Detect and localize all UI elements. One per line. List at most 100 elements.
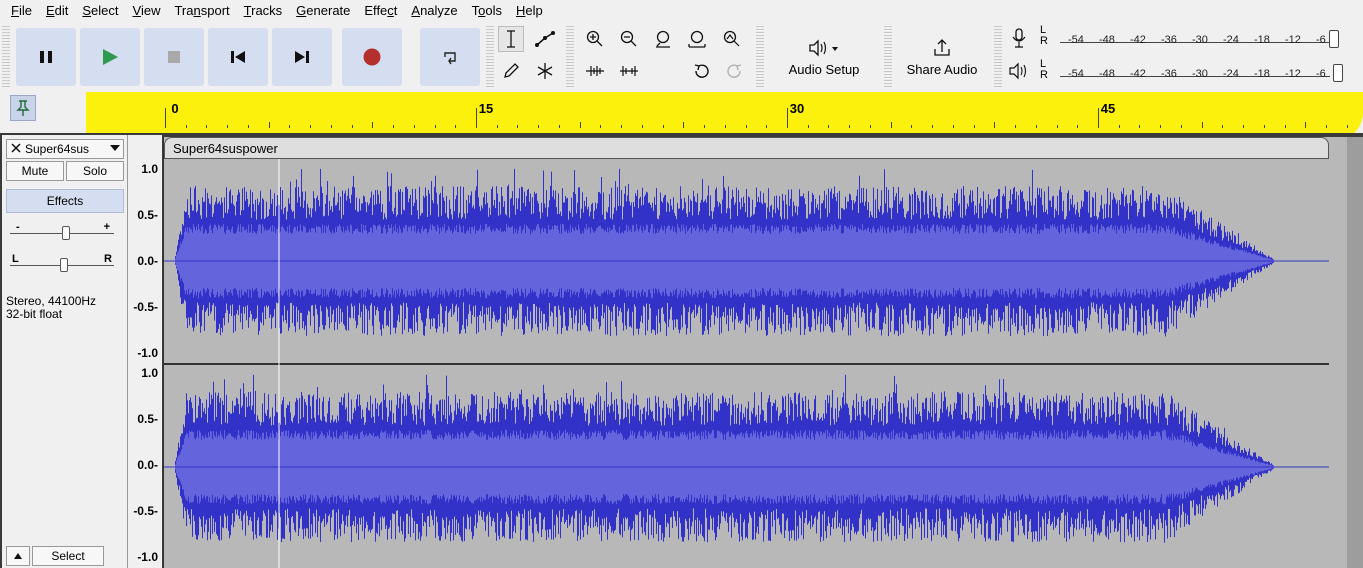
- amplitude-ruler[interactable]: 1.0 0.5- 0.0- -0.5- -1.0 1.0 0.5- 0.0- -0.5- -1.0: [128, 135, 162, 568]
- playback-meter-slider[interactable]: [1333, 64, 1343, 82]
- record-meter-button[interactable]: [1010, 28, 1030, 50]
- menu-generate[interactable]: Generate: [289, 0, 357, 22]
- menu-view[interactable]: View: [126, 0, 168, 22]
- select-track-button[interactable]: Select: [32, 546, 104, 566]
- zoom-out-button[interactable]: [616, 26, 642, 52]
- record-meter-slider[interactable]: [1329, 30, 1339, 48]
- pin-playhead-button[interactable]: [10, 95, 36, 121]
- ruler-tick: [745, 125, 747, 128]
- meter-tick-label: -18: [1254, 34, 1270, 46]
- play-button[interactable]: [80, 28, 140, 86]
- effects-button[interactable]: Effects: [6, 189, 124, 213]
- envelope-tool-button[interactable]: [532, 26, 558, 52]
- pause-button[interactable]: [16, 28, 76, 86]
- menu-tracks[interactable]: Tracks: [237, 0, 290, 22]
- edit-grip[interactable]: [566, 26, 574, 88]
- audio-setup-grip[interactable]: [756, 26, 764, 88]
- ruler-tick: [1015, 125, 1017, 128]
- ruler-tick: [787, 108, 788, 128]
- redo-icon: [727, 64, 742, 78]
- silence-audio-button[interactable]: [616, 58, 642, 84]
- skip-to-end-button[interactable]: [272, 28, 332, 86]
- playback-meter-scale[interactable]: -54 -48 -42 -36 -30 -24 -18 -12 -6: [1056, 68, 1356, 82]
- waveform-channel[interactable]: [164, 168, 1330, 337]
- stop-button[interactable]: [144, 28, 204, 86]
- menu-edit[interactable]: Edit: [39, 0, 75, 22]
- ruler-tick: [1305, 122, 1307, 128]
- gain-minus-label: -: [16, 221, 20, 233]
- amplitude-label: -0.5-: [133, 300, 158, 314]
- share-grip[interactable]: [884, 26, 892, 88]
- record-button[interactable]: [342, 28, 402, 86]
- ruler-tick: [372, 122, 374, 128]
- record-meter-scale[interactable]: -54 -48 -42 -36 -30 -24 -18 -12 -6: [1056, 34, 1356, 48]
- fit-project-button[interactable]: [684, 26, 710, 52]
- timeline-ruler[interactable]: 0 15 30 45: [163, 92, 1363, 130]
- ruler-tick: [351, 125, 353, 128]
- clip-title-bar[interactable]: Super64suspower: [164, 137, 1329, 159]
- playback-meter-button[interactable]: [1008, 62, 1032, 84]
- audio-setup-button[interactable]: Audio Setup: [772, 26, 876, 88]
- menu-file[interactable]: File: [4, 0, 39, 22]
- waveform-channel[interactable]: [164, 374, 1330, 543]
- fit-selection-button[interactable]: [650, 26, 676, 52]
- loop-button[interactable]: [420, 28, 480, 86]
- menu-effect[interactable]: Effect: [357, 0, 404, 22]
- redo-button[interactable]: [722, 58, 748, 84]
- ruler-tick: [1326, 125, 1328, 128]
- stop-icon: [168, 51, 180, 63]
- menu-help[interactable]: Help: [509, 0, 550, 22]
- close-track-icon[interactable]: [7, 142, 25, 156]
- playback-meter-r: R: [1040, 69, 1048, 81]
- waveform[interactable]: [164, 159, 1330, 568]
- ruler-tick: [1263, 125, 1265, 128]
- audio-setup-label: Audio Setup: [788, 61, 860, 77]
- draw-tool-button[interactable]: [498, 58, 524, 84]
- tools-grip[interactable]: [486, 26, 494, 88]
- gain-slider-thumb[interactable]: [62, 226, 70, 240]
- collapse-track-button[interactable]: [6, 546, 30, 566]
- ruler-tick: [662, 125, 664, 128]
- track-menu-chevron-icon[interactable]: [109, 142, 123, 156]
- share-upload-icon: [934, 38, 950, 56]
- meter-grip[interactable]: [994, 26, 1002, 88]
- menu-analyze[interactable]: Analyze: [404, 0, 464, 22]
- meter-tick-label: -42: [1130, 34, 1146, 46]
- trim-icon: [586, 66, 604, 76]
- ruler-tick: [1243, 125, 1245, 128]
- track-name[interactable]: Super64sus: [25, 142, 109, 156]
- ruler-tick: [393, 125, 395, 128]
- multi-tool-button[interactable]: [532, 58, 558, 84]
- pan-left-label: L: [12, 253, 19, 265]
- trim-audio-button[interactable]: [582, 58, 608, 84]
- share-audio-button[interactable]: Share Audio: [896, 26, 988, 88]
- ruler-tick: [1098, 108, 1099, 128]
- toolbar: Audio Setup Share Audio L R L R -54 -48 -4…: [0, 22, 1363, 92]
- zoom-fit-icon: [688, 30, 706, 48]
- pan-slider-thumb[interactable]: [60, 258, 68, 272]
- meter-tick-label: -30: [1192, 68, 1208, 80]
- ruler-tick: [538, 125, 540, 128]
- menu-tools[interactable]: Tools: [465, 0, 509, 22]
- ruler-tick: [890, 122, 892, 128]
- skip-to-start-button[interactable]: [208, 28, 268, 86]
- menu-select[interactable]: Select: [75, 0, 125, 22]
- zoom-toggle-button[interactable]: [718, 26, 744, 52]
- ruler-tick: [1346, 125, 1348, 128]
- track-control-panel: Super64sus Mute Solo Effects - + L R Ste…: [2, 135, 128, 568]
- amplitude-label: 0.5-: [137, 208, 158, 222]
- toolbar-grip[interactable]: [2, 26, 10, 88]
- solo-button[interactable]: Solo: [66, 161, 124, 181]
- audio-clip[interactable]: Super64suspower: [163, 137, 1330, 568]
- pan-slider[interactable]: L R: [10, 253, 114, 272]
- ruler-tick: [828, 125, 830, 128]
- menu-transport[interactable]: Transport: [167, 0, 236, 22]
- selection-tool-button[interactable]: [498, 26, 524, 52]
- undo-button[interactable]: [688, 58, 714, 84]
- pencil-icon: [504, 63, 519, 78]
- ruler-label: 30: [789, 101, 805, 116]
- mute-button[interactable]: Mute: [6, 161, 64, 181]
- ruler-tick: [1056, 125, 1058, 128]
- gain-slider[interactable]: - +: [10, 221, 114, 240]
- zoom-in-button[interactable]: [582, 26, 608, 52]
